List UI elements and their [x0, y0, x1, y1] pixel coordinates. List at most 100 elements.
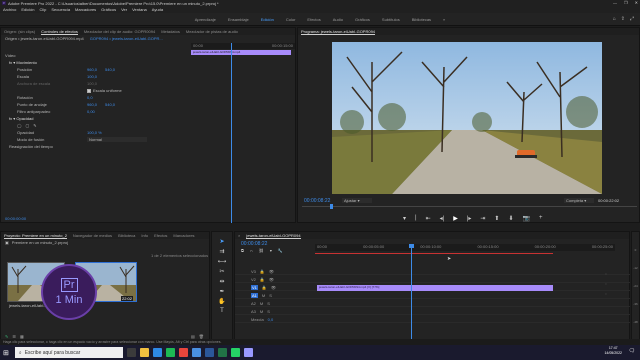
track-v2-eye-icon[interactable]: 👁 [269, 277, 274, 282]
opacity-value[interactable]: 100,0 % [87, 130, 102, 135]
workspace-edicion[interactable]: Edición [261, 17, 274, 22]
sequence-clip-label[interactable]: GOPR094 • jewels-taron-eiUabI-GOPR... [90, 36, 163, 41]
nest-icon[interactable]: ⧉ [241, 248, 244, 253]
timeline-scrollbar[interactable]: ○ ○ ○ [605, 272, 607, 296]
chrome-icon[interactable] [178, 348, 188, 357]
scroll-handle-low-icon[interactable]: ○ [605, 292, 607, 296]
add-marker-icon[interactable]: ▾ [270, 248, 272, 253]
track-a1-mute-icon[interactable]: M [262, 293, 265, 298]
tab-markers[interactable]: Marcadores [173, 233, 194, 238]
workspace-aprendizaje[interactable]: Aprendizaje [195, 17, 216, 22]
mix-value[interactable]: 0,0 [268, 317, 274, 322]
razor-tool-icon[interactable]: ✂ [219, 268, 224, 275]
ripple-edit-tool-icon[interactable]: ⟷ [218, 258, 227, 265]
timeline-settings-icon[interactable]: 🔧 [278, 248, 283, 253]
share-icon[interactable]: ⇪ [621, 16, 625, 22]
quality-select[interactable]: Completa ▾ [564, 198, 594, 203]
scroll-handle-top-icon[interactable]: ○ [605, 272, 607, 276]
close-button[interactable]: ✕ [635, 0, 638, 5]
prop-anchor-x[interactable]: 960,0 [87, 102, 105, 107]
workspace-subtitulos[interactable]: Subtítulos [382, 17, 400, 22]
timeline-playhead[interactable] [411, 244, 412, 342]
spotify-icon[interactable] [165, 348, 175, 357]
menu-archivo[interactable]: Archivo [3, 7, 16, 12]
premiere-icon[interactable] [243, 348, 253, 357]
program-scrubber[interactable] [302, 206, 637, 207]
workspace-bibliotecas[interactable]: Bibliotecas [412, 17, 431, 22]
mark-in-icon[interactable]: ▾ [403, 215, 406, 222]
effect-timecode[interactable]: 00:00:00:00 [5, 216, 26, 221]
hand-tool-icon[interactable]: ✋ [218, 298, 225, 305]
menu-secuencia[interactable]: Secuencia [51, 7, 70, 12]
tab-sequence[interactable]: jewels-taron-eiUabI-GOPR094 [246, 233, 301, 239]
tab-program[interactable]: Programa: jewels-taron-eiUabI-GOPR094 [301, 29, 376, 35]
extract-icon[interactable]: ⬇ [508, 215, 513, 222]
workspace-overflow-button[interactable]: » [443, 17, 445, 22]
master-clip-label[interactable]: Origen • jewels-taron-eiUabI-GOPR094.mp4 [5, 36, 84, 41]
excel-icon[interactable] [217, 348, 227, 357]
menu-graficos[interactable]: Gráficos [101, 7, 116, 12]
track-v1-label[interactable]: V1 [251, 285, 258, 290]
menu-ventana[interactable]: Ventana [132, 7, 147, 12]
program-playhead[interactable] [330, 204, 333, 209]
track-v3-label[interactable]: V3 [251, 269, 256, 274]
step-forward-icon[interactable]: |▸ [467, 215, 472, 222]
track-v2-lock-icon[interactable]: 🔒 [260, 277, 265, 282]
blend-mode-select[interactable]: Normal [87, 137, 147, 142]
word-icon[interactable] [204, 348, 214, 357]
effect-clip-bar[interactable]: jewels-taron-eiUabI-GOPR094.mp4 [191, 50, 291, 55]
effect-playhead[interactable] [231, 43, 232, 223]
notification-icon[interactable]: 🗨 [629, 348, 635, 354]
track-v3-eye-icon[interactable]: 👁 [269, 269, 274, 274]
menu-ayuda[interactable]: Ayuda [152, 7, 163, 12]
track-a3-solo-icon[interactable]: S [267, 309, 270, 314]
mask-pen-icon[interactable]: ✎ [33, 123, 36, 128]
track-select-tool-icon[interactable]: ⇉ [219, 248, 224, 255]
scroll-handle-mid-icon[interactable]: ○ [605, 282, 607, 286]
fit-select[interactable]: Ajustar ▾ [342, 198, 372, 203]
prop-anchor-y[interactable]: 540,0 [105, 102, 115, 107]
mask-rect-icon[interactable]: ▢ [25, 123, 29, 128]
selection-tool-icon[interactable]: ➤ [219, 238, 224, 245]
prop-scale-value[interactable]: 100,0 [87, 74, 97, 79]
program-timecode[interactable]: 00:00:08:22 [304, 198, 330, 204]
fullscreen-icon[interactable]: ⤢ [630, 16, 634, 22]
minimize-button[interactable]: — [613, 0, 617, 5]
fx-icon[interactable]: fx ▾ [9, 60, 15, 65]
workspace-graficos[interactable]: Gráficos [355, 17, 370, 22]
edge-icon[interactable] [152, 348, 162, 357]
workspace-ensamblaje[interactable]: Ensamblaje [228, 17, 249, 22]
timeline-ruler[interactable]: 00:00 00:00:05:00 00:00:10:00 00:00:15:0… [315, 244, 615, 251]
track-a2-label[interactable]: A2 [251, 301, 256, 306]
windows-start-icon[interactable]: ⊞ [3, 349, 9, 357]
mark-out-icon[interactable]: | [415, 215, 417, 222]
timeline-playhead-handle[interactable] [409, 244, 414, 248]
timeline-timecode[interactable]: 00:00:08:22 [241, 241, 267, 247]
track-a2-mute-icon[interactable]: M [260, 301, 263, 306]
menu-marcadores[interactable]: Marcadores [75, 7, 96, 12]
uniform-scale-checkbox[interactable] [87, 88, 91, 93]
track-a1-solo-icon[interactable]: S [269, 293, 272, 298]
prop-position-y[interactable]: 540,0 [105, 67, 115, 72]
prop-rotation-value[interactable]: 0,0 [87, 95, 93, 100]
step-back-icon[interactable]: ◂| [440, 215, 445, 222]
play-icon[interactable]: ▶ [453, 215, 458, 222]
explorer-icon[interactable] [139, 348, 149, 357]
linked-select-icon[interactable]: ⛓ [259, 248, 264, 253]
fx-opacity-icon[interactable]: fx ▾ [9, 116, 15, 121]
pen-tool-icon[interactable]: ✒ [219, 288, 224, 295]
effect-ruler[interactable]: 00:00 00:00:15:00 [191, 43, 295, 49]
tab-effects[interactable]: Efectos [154, 233, 167, 238]
export-frame-icon[interactable]: 📷 [522, 215, 529, 222]
snap-icon[interactable]: ∩ [250, 248, 253, 253]
lift-icon[interactable]: ⬆ [494, 215, 499, 222]
menu-ver[interactable]: Ver [121, 7, 127, 12]
tab-media-browser[interactable]: Navegador de medios [73, 233, 112, 238]
task-view-icon[interactable] [126, 348, 136, 357]
maximize-button[interactable]: ❐ [624, 0, 628, 5]
track-a2-solo-icon[interactable]: S [267, 301, 270, 306]
track-v3-lock-icon[interactable]: 🔒 [260, 269, 265, 274]
prop-flicker-value[interactable]: 0,00 [87, 109, 95, 114]
track-v1-lock-icon[interactable]: 🔒 [262, 285, 267, 290]
time-remap-label[interactable]: Reasignación del tiempo [9, 144, 53, 149]
